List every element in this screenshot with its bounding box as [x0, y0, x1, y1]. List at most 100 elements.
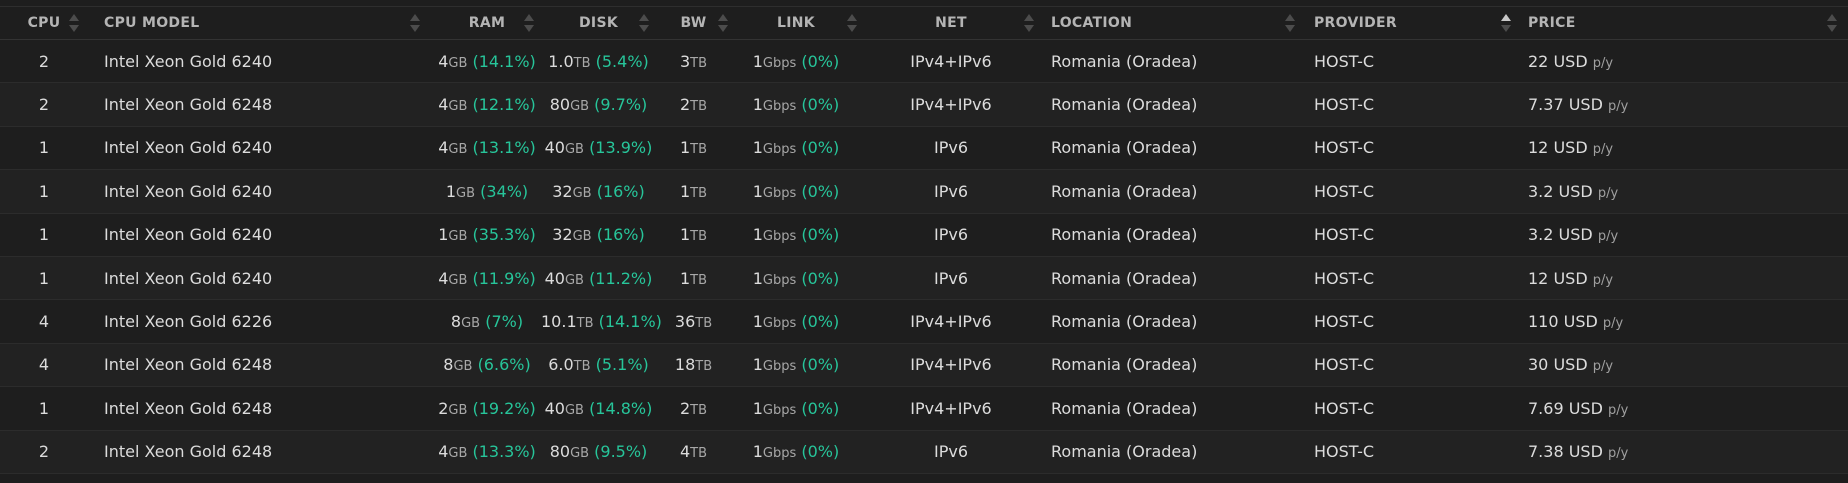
cell-ram: 1GB (34%)	[433, 170, 541, 213]
cell-location: Romania (Oradea)	[1041, 387, 1303, 430]
price-value: 22 USD	[1528, 51, 1588, 71]
disk-value: 32	[552, 225, 573, 245]
header-label: LOCATION	[1051, 15, 1133, 31]
cell-cpu-model: Intel Xeon Gold 6240	[88, 40, 433, 83]
ram-value: 4	[438, 51, 449, 71]
ram-unit: GB	[448, 272, 468, 288]
cell-cpu: 2	[0, 430, 88, 473]
cell-disk: 6.0TB (5.1%)	[541, 343, 656, 386]
cell-ram: 4GB (13.3%)	[433, 430, 541, 473]
table-row[interactable]: 4 Intel Xeon Gold 6248 8GB (6.6%) 6.0TB …	[0, 343, 1848, 387]
cell-location: Romania (Oradea)	[1041, 256, 1303, 299]
ram-percent: (11.9%)	[472, 268, 536, 288]
header-net[interactable]: NET	[861, 6, 1041, 40]
table-row[interactable]: 2 Intel Xeon Gold 6248 4GB (13.3%) 80GB …	[0, 430, 1848, 474]
provider: HOST-C	[1314, 181, 1375, 201]
table-row[interactable]: 2 Intel Xeon Gold 6240 4GB (14.1%) 1.0TB…	[0, 39, 1848, 83]
cell-cpu: 4	[0, 343, 88, 386]
cell-location: Romania (Oradea)	[1041, 126, 1303, 169]
ram-value: 8	[450, 312, 462, 332]
table-row[interactable]: 1 Intel Xeon Gold 6240 4GB (11.9%) 40GB …	[0, 256, 1848, 300]
header-cpu[interactable]: CPU	[0, 6, 88, 40]
price-value: 12 USD	[1528, 138, 1588, 158]
header-cpu-model[interactable]: CPU MODEL	[88, 6, 433, 40]
location: Romania (Oradea)	[1051, 181, 1198, 201]
location: Romania (Oradea)	[1051, 225, 1198, 245]
link-percent: (0%)	[801, 355, 840, 375]
cell-provider: HOST-C	[1303, 430, 1515, 473]
table-row[interactable]: 1 Intel Xeon Gold 6240 1GB (34%) 32GB (1…	[0, 169, 1848, 214]
header-label: PRICE	[1528, 15, 1576, 31]
cell-net: IPv6	[861, 213, 1041, 256]
price-unit: p/y	[1608, 446, 1629, 462]
price-value: 7.69 USD	[1528, 398, 1603, 418]
cell-provider: HOST-C	[1303, 126, 1515, 169]
disk-value: 10.1	[541, 312, 577, 332]
cell-net: IPv4+IPv6	[861, 387, 1041, 430]
location: Romania (Oradea)	[1051, 355, 1198, 375]
disk-percent: (5.1%)	[595, 355, 649, 375]
header-bw[interactable]: BW	[656, 6, 731, 40]
header-link[interactable]: LINK	[731, 6, 861, 40]
table-row[interactable]: 1 Intel Xeon Gold 6248 2GB (19.2%) 40GB …	[0, 386, 1848, 431]
location: Romania (Oradea)	[1051, 138, 1198, 158]
location: Romania (Oradea)	[1051, 51, 1198, 71]
provider: HOST-C	[1314, 138, 1375, 158]
disk-value: 6.0	[548, 355, 574, 375]
header-price[interactable]: PRICE	[1515, 6, 1848, 40]
cell-provider: HOST-C	[1303, 256, 1515, 299]
table-row[interactable]: 2 Intel Xeon Gold 6248 4GB (12.1%) 80GB …	[0, 82, 1848, 127]
provider: HOST-C	[1314, 312, 1375, 332]
link-percent: (0%)	[801, 268, 840, 288]
header-location[interactable]: LOCATION	[1041, 6, 1303, 40]
table-row[interactable]: 1 Intel Xeon Gold 6240 1GB (35.3%) 32GB …	[0, 213, 1848, 257]
cell-location: Romania (Oradea)	[1041, 40, 1303, 83]
link-unit: Gbps	[762, 359, 797, 375]
provider: HOST-C	[1314, 225, 1375, 245]
cell-price: 7.37 USD p/y	[1515, 83, 1848, 126]
bw-unit: TB	[690, 229, 708, 245]
cell-ram: 8GB (6.6%)	[433, 343, 541, 386]
cell-link: 1Gbps (0%)	[731, 430, 861, 473]
location: Romania (Oradea)	[1051, 95, 1198, 115]
bw-value: 3	[679, 51, 691, 71]
cell-net: IPv4+IPv6	[861, 40, 1041, 83]
link-unit: Gbps	[762, 185, 797, 201]
cell-net: IPv6	[861, 430, 1041, 473]
header-ram[interactable]: RAM	[433, 6, 541, 40]
net-type: IPv6	[933, 181, 968, 201]
header-provider[interactable]: PROVIDER	[1303, 6, 1515, 40]
location: Romania (Oradea)	[1051, 442, 1198, 462]
ram-percent: (35.3%)	[472, 225, 536, 245]
cpu-model: Intel Xeon Gold 6240	[104, 181, 273, 201]
cell-provider: HOST-C	[1303, 387, 1515, 430]
cpu-model: Intel Xeon Gold 6248	[104, 355, 273, 375]
disk-value: 80	[549, 442, 571, 462]
ram-unit: GB	[448, 446, 468, 462]
cell-cpu-model: Intel Xeon Gold 6248	[88, 430, 433, 473]
location: Romania (Oradea)	[1051, 268, 1198, 288]
ram-unit: GB	[456, 185, 476, 201]
cell-net: IPv4+IPv6	[861, 83, 1041, 126]
table-row[interactable]: 1 Intel Xeon Gold 6240 4GB (13.1%) 40GB …	[0, 126, 1848, 170]
ram-unit: GB	[448, 229, 468, 245]
header-label: CPU	[27, 15, 61, 31]
link-unit: Gbps	[762, 229, 797, 245]
provider: HOST-C	[1314, 95, 1375, 115]
disk-percent: (14.1%)	[598, 312, 662, 332]
cell-ram: 8GB (7%)	[433, 300, 541, 343]
table-row[interactable]: 4 Intel Xeon Gold 6226 8GB (7%) 10.1TB (…	[0, 299, 1848, 344]
header-label: PROVIDER	[1314, 15, 1397, 31]
ram-value: 2	[438, 398, 449, 418]
net-type: IPv4+IPv6	[910, 312, 992, 332]
cpu-model: Intel Xeon Gold 6248	[104, 398, 273, 418]
cell-cpu: 1	[0, 213, 88, 256]
net-type: IPv4+IPv6	[910, 51, 992, 71]
header-disk[interactable]: DISK	[541, 6, 656, 40]
cell-disk: 32GB (16%)	[541, 170, 656, 213]
disk-unit: GB	[570, 446, 590, 462]
header-label: NET	[935, 15, 967, 31]
bw-value: 1	[679, 225, 691, 245]
link-percent: (0%)	[801, 51, 840, 71]
cell-price: 12 USD p/y	[1515, 126, 1848, 169]
